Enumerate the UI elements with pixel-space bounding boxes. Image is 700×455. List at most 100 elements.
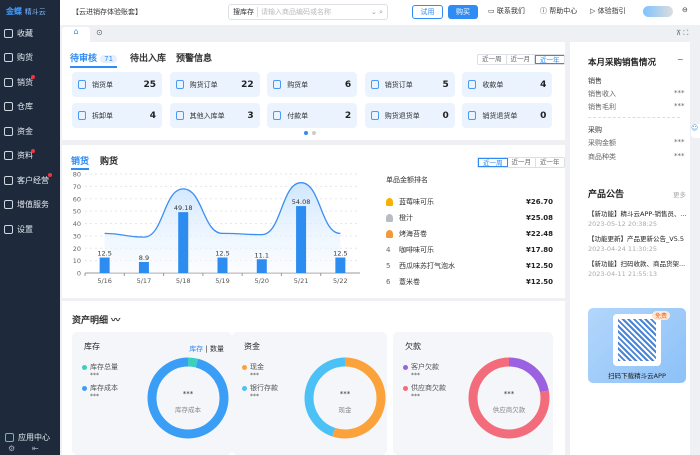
help-link[interactable]: ⓘ 帮助中心	[540, 6, 577, 16]
pending-card[interactable]: 拆卸单 4	[72, 103, 162, 128]
range-week[interactable]: 近一周	[478, 55, 507, 64]
card-count: 5	[442, 79, 449, 90]
pending-card[interactable]: 销货单 25	[72, 72, 162, 97]
divider	[588, 117, 680, 118]
avatar[interactable]	[643, 6, 673, 17]
legend-dot	[242, 364, 247, 370]
range-year[interactable]: 近一年	[536, 158, 564, 167]
legend-item: 现金 ***	[242, 362, 264, 379]
sales-section-label: 销售	[588, 77, 602, 85]
pending-card[interactable]: 其他入库单 3	[169, 103, 260, 128]
y-tick-label: 80	[73, 171, 81, 179]
guide-link[interactable]: ▷ 体验指引	[590, 6, 626, 16]
legend-dot	[403, 385, 408, 391]
sales-income-label: 销售收入	[588, 90, 616, 98]
pending-card[interactable]: 购货订单 22	[169, 72, 260, 97]
sidebar-item-6[interactable]: 客户经营	[4, 171, 58, 189]
add-tab-icon[interactable]: ⊙	[96, 28, 103, 37]
card-count: 4	[540, 79, 547, 90]
logo: 金蝶 精斗云	[6, 7, 46, 16]
logout-icon[interactable]: ⊖	[682, 6, 688, 14]
eye-closed-icon[interactable]: ~	[677, 55, 684, 64]
pending-card[interactable]: 购货单 6	[267, 72, 358, 97]
donut-center-label: 库存成本	[175, 406, 201, 414]
bar	[256, 259, 267, 273]
search-input[interactable]: 搜库存 请输入商品编码或名称 ⌄ ⌕	[228, 4, 388, 20]
range-week[interactable]: 近一周	[478, 158, 508, 167]
bar-value-label: 12.5	[215, 250, 229, 258]
pending-card[interactable]: 销货退货单 0	[462, 103, 553, 128]
ranking-row: 4 咖啡味可乐 ¥17.80	[386, 244, 553, 256]
pending-card[interactable]: 收款单 4	[462, 72, 553, 97]
trial-button[interactable]: 试用	[412, 5, 443, 19]
eye-closed-icon[interactable]: 〰	[111, 316, 120, 326]
tab-pending-review[interactable]: 待审核 71	[70, 51, 118, 68]
donut-segment	[147, 357, 229, 439]
sales-chart: 0 10 20 30 40 50 60 70 80 12.5 5/16 8.9 5/17 49.18 5/1…	[73, 171, 360, 285]
x-tick-label: 5/22	[333, 277, 348, 285]
sidebar-item-2[interactable]: 销货	[4, 73, 58, 91]
pin-icon[interactable]: ⊼ ⛶	[676, 29, 688, 38]
bar	[217, 257, 228, 273]
product-amount: ¥12.50	[525, 278, 553, 286]
carousel-dot-active[interactable]	[304, 131, 308, 135]
donut-chart	[304, 357, 386, 439]
range-month[interactable]: 近一月	[508, 158, 536, 167]
app-promo-card[interactable]: 免费 扫码下载精斗云APP	[588, 308, 686, 383]
buy-button[interactable]: 购买	[448, 5, 478, 19]
sidebar-item-8[interactable]: 设置	[4, 220, 58, 238]
nav-icon	[4, 200, 13, 209]
notice-item[interactable]: 【新功能】扫码收款、商品货架... 2023-04-11 21:55:13	[588, 258, 688, 278]
donut-center-value: ***	[182, 390, 194, 398]
sidebar-item-5[interactable]: 资料	[4, 147, 58, 165]
legend-item: 库存总量 ***	[82, 362, 118, 379]
sales-range-selector[interactable]: 近一周 近一月 近一年	[477, 157, 565, 168]
notice-item[interactable]: 【功能更新】产品更新公告_V5.5 2023-04-24 11:30:25	[588, 233, 688, 253]
tab-alerts[interactable]: 预警信息	[176, 51, 212, 64]
x-tick-label: 5/16	[97, 277, 112, 285]
tab-purchase[interactable]: 购货	[100, 154, 118, 167]
notice-title[interactable]: 【功能更新】产品更新公告_V5.5	[588, 233, 688, 243]
ranking-row: 6 薏米卷 ¥12.50	[386, 276, 553, 288]
sidebar-item-4[interactable]: 资金	[4, 122, 58, 140]
range-year[interactable]: 近一年	[535, 55, 564, 64]
pending-card[interactable]: 销货订单 5	[364, 72, 455, 97]
tab-pending-stock[interactable]: 待出入库	[130, 51, 166, 64]
notice-item[interactable]: 【新功能】精斗云APP-销售员、... 2023-05-12 20:38:25	[588, 208, 688, 228]
legend-dot	[82, 385, 87, 391]
pending-card[interactable]: 付款单 2	[267, 103, 358, 128]
y-tick-label: 70	[73, 183, 81, 191]
sidebar-item-7[interactable]: 增值服务	[4, 196, 58, 214]
summary-title: 本月采购销售情况	[588, 58, 657, 68]
notice-date: 2023-04-24 11:30:25	[588, 245, 658, 253]
notice-title[interactable]: 【新功能】扫码收款、商品货架...	[588, 258, 688, 268]
x-tick-label: 5/18	[176, 277, 191, 285]
sidebar-item-1[interactable]: 购货	[4, 49, 58, 67]
product-types-value: ***	[674, 152, 685, 160]
float-service-icon[interactable]: ☺	[691, 124, 700, 138]
sales-income-value: ***	[674, 89, 685, 97]
pending-card[interactable]: 购货退货单 0	[364, 103, 455, 128]
home-tab[interactable]: ⌂	[62, 27, 90, 42]
product-name: 橙汁	[399, 214, 413, 222]
bar	[335, 257, 346, 273]
sidebar-item-0[interactable]: 收藏	[4, 24, 58, 42]
contact-link[interactable]: ▭ 联系我们	[488, 6, 525, 16]
notices-more-link[interactable]: 更多	[673, 189, 686, 199]
sidebar-item-3[interactable]: 仓库	[4, 98, 58, 116]
bar-value-label: 12.5	[97, 250, 111, 258]
carousel-dot[interactable]	[312, 131, 316, 135]
collapse-icon[interactable]: ⇤	[32, 444, 39, 453]
nav-label: 增值服务	[17, 200, 49, 209]
y-tick-label: 10	[73, 257, 81, 265]
range-selector[interactable]: 近一周 近一月 近一年	[477, 54, 565, 65]
notice-title[interactable]: 【新功能】精斗云APP-销售员、...	[588, 208, 688, 218]
promo-text: 扫码下载精斗云APP	[608, 372, 666, 380]
legend-label: 供应商欠款	[411, 384, 446, 392]
range-month[interactable]: 近一月	[507, 55, 535, 64]
nav-label: 收藏	[17, 28, 33, 38]
sales-profit-label: 销售毛利	[588, 103, 616, 111]
y-tick-label: 30	[73, 232, 81, 240]
settings-icon[interactable]: ⚙	[8, 444, 15, 453]
nav-label: 购货	[17, 53, 33, 62]
